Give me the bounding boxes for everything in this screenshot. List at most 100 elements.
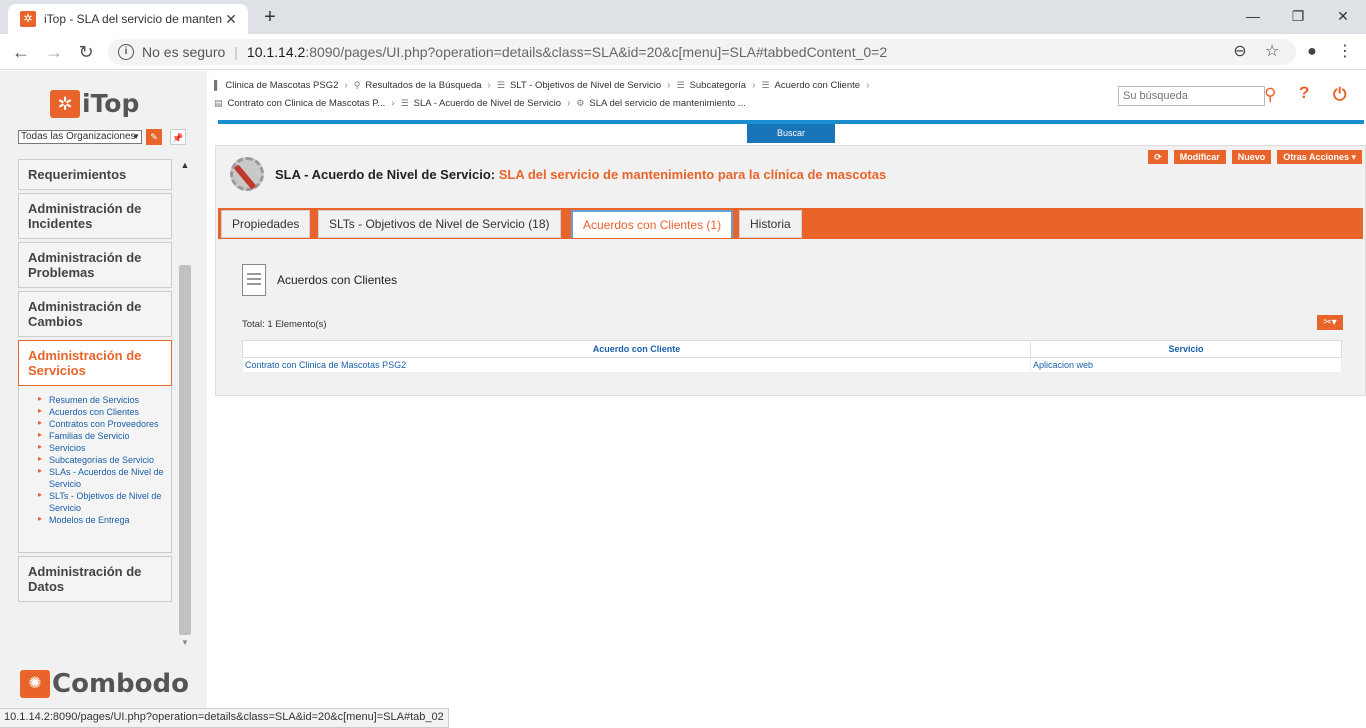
- bookmark-star-icon[interactable]: ☆: [1260, 40, 1284, 64]
- breadcrumb-row: ▌ Clinica de Mascotas PSG2 › ⚲ Resultados …: [214, 76, 894, 94]
- reload-icon[interactable]: ↻: [74, 40, 98, 64]
- list-config-button[interactable]: ✂▾: [1317, 315, 1343, 330]
- buscar-button[interactable]: Buscar: [747, 124, 835, 143]
- organization-select-value: Todas las Organizaciones: [21, 131, 136, 142]
- menu-group-problemas[interactable]: Administración de Problemas: [18, 242, 172, 288]
- modify-button[interactable]: Modificar: [1173, 150, 1226, 164]
- search-icon[interactable]: ⚲: [1264, 85, 1276, 105]
- column-header[interactable]: Acuerdo con Cliente: [242, 340, 1031, 358]
- browser-tab[interactable]: ✲ iTop - SLA del servicio de mantenimien…: [8, 4, 248, 34]
- power-icon[interactable]: ⏻: [1333, 85, 1346, 105]
- close-window-button[interactable]: ✕: [1320, 2, 1366, 30]
- scroll-up-icon[interactable]: ▲: [178, 160, 192, 170]
- breadcrumb-item[interactable]: ☰ Acuerdo con Cliente: [761, 80, 860, 91]
- servicios-submenu: Resumen de Servicios Acuerdos con Client…: [18, 386, 172, 553]
- contract-doc-icon: [242, 264, 266, 296]
- global-search: [1118, 86, 1265, 106]
- tab-acuerdos-clientes[interactable]: Acuerdos con Clientes (1): [571, 210, 734, 238]
- new-button[interactable]: Nuevo: [1231, 150, 1272, 164]
- help-icon[interactable]: ?: [1299, 83, 1309, 103]
- zoom-icon[interactable]: ⊖: [1228, 40, 1252, 64]
- account-icon[interactable]: ●: [1300, 40, 1324, 64]
- table-cell-link[interactable]: Aplicacion web: [1030, 357, 1342, 373]
- breadcrumb-label: Subcategoría: [689, 79, 747, 91]
- table-row: Contrato con Clinica de Mascotas PSG2 Ap…: [242, 357, 1342, 373]
- tab-slts[interactable]: SLTs - Objetivos de Nivel de Servicio (1…: [318, 210, 561, 238]
- menu-scrollbar[interactable]: ▲ ▼: [178, 160, 192, 649]
- search-input[interactable]: [1118, 86, 1265, 106]
- breadcrumb-item[interactable]: ⚲ Resultados de la Búsqueda: [354, 80, 482, 91]
- breadcrumb-label: SLA del servicio de mantenimiento ...: [589, 97, 746, 109]
- new-tab-button[interactable]: +: [258, 6, 282, 30]
- breadcrumb-item[interactable]: ⚙ SLA del servicio de mantenimiento ...: [576, 98, 745, 109]
- object-tabs: Propiedades SLTs - Objetivos de Nivel de…: [218, 208, 1363, 239]
- main-menu: Requerimientos Administración de Inciden…: [18, 159, 172, 605]
- submenu-item-subcategorias[interactable]: Subcategorías de Servicio: [38, 453, 171, 466]
- menu-group-requerimientos[interactable]: Requerimientos: [18, 159, 172, 190]
- breadcrumb-label: SLT - Objetivos de Nivel de Servicio: [509, 79, 662, 91]
- close-tab-icon[interactable]: ✕: [222, 11, 240, 28]
- submenu-item-modelos-entrega[interactable]: Modelos de Entrega: [38, 513, 171, 526]
- other-actions-button[interactable]: Otras Acciones ▾: [1277, 150, 1362, 164]
- select-arrow-icon: ▼: [132, 132, 140, 141]
- doc-icon: ▤: [214, 97, 223, 108]
- tab-title: iTop - SLA del servicio de mantenimiento…: [44, 12, 222, 26]
- minimize-button[interactable]: —: [1230, 2, 1276, 30]
- chevron-right-icon: ›: [344, 79, 348, 91]
- breadcrumb-item[interactable]: ▤ Contrato con Clinica de Mascotas P...: [214, 98, 385, 109]
- refresh-button[interactable]: ⟳: [1148, 150, 1168, 164]
- submenu-item-servicios[interactable]: Servicios: [38, 441, 171, 454]
- back-icon[interactable]: ←: [9, 40, 33, 64]
- table-header-row: Acuerdo con Cliente Servicio: [242, 340, 1342, 358]
- combodo-logo[interactable]: ✺ Combodo: [20, 669, 189, 699]
- gear-icon: ⚙: [576, 97, 585, 108]
- object-details: ⟳ Modificar Nuevo Otras Acciones ▾ SLA -…: [215, 145, 1366, 396]
- submenu-item-slas[interactable]: SLAs - Acuerdos de Nivel de Servicio: [38, 465, 171, 490]
- itop-app: ✲ iTop Todas las Organizaciones ▼ ✎ 📌 Re…: [0, 71, 1366, 728]
- submenu-item-resumen-servicios[interactable]: Resumen de Servicios: [38, 393, 171, 406]
- submenu-item-slts[interactable]: SLTs - Objetivos de Nivel de Servicio: [38, 489, 171, 514]
- submenu-item-contratos-proveedores[interactable]: Contratos con Proveedores: [38, 417, 171, 430]
- panel-title: Acuerdos con Clientes: [277, 273, 398, 287]
- menu-kebab-icon[interactable]: ⋮: [1333, 40, 1357, 64]
- breadcrumb-label: SLA - Acuerdo de Nivel de Servicio: [413, 97, 561, 109]
- submenu-item-acuerdos-clientes[interactable]: Acuerdos con Clientes: [38, 405, 171, 418]
- combodo-logo-icon: ✺: [20, 670, 50, 698]
- scroll-thumb[interactable]: [179, 265, 191, 635]
- info-icon[interactable]: i: [118, 44, 134, 60]
- scroll-down-icon[interactable]: ▼: [178, 638, 192, 647]
- security-label: No es seguro: [142, 44, 226, 60]
- menu-group-incidentes[interactable]: Administración de Incidentes: [18, 193, 172, 239]
- tab-propiedades[interactable]: Propiedades: [221, 210, 311, 238]
- breadcrumb-item[interactable]: ▌ Clinica de Mascotas PSG2: [214, 80, 338, 91]
- organization-config-icon[interactable]: ✎: [146, 129, 162, 145]
- menu-group-cambios[interactable]: Administración de Cambios: [18, 291, 172, 337]
- column-header[interactable]: Servicio: [1030, 340, 1342, 358]
- breadcrumb-item[interactable]: ☰ Subcategoría: [676, 80, 746, 91]
- status-bar-url: 10.1.14.2:8090/pages/UI.php?operation=de…: [0, 708, 449, 728]
- breadcrumb-row: ▤ Contrato con Clinica de Mascotas P... ›…: [214, 94, 894, 112]
- menu-group-datos[interactable]: Administración de Datos: [18, 556, 172, 602]
- url-divider: |: [234, 44, 238, 60]
- chevron-right-icon: ›: [752, 79, 756, 91]
- itop-logo[interactable]: ✲ iTop: [50, 89, 139, 118]
- breadcrumb-item[interactable]: ☰ SLA - Acuerdo de Nivel de Servicio: [401, 98, 561, 109]
- forward-icon[interactable]: →: [42, 40, 66, 64]
- chevron-right-icon: ›: [391, 97, 395, 109]
- tab-historia[interactable]: Historia: [739, 210, 802, 238]
- table-cell-link[interactable]: Contrato con Clinica de Mascotas PSG2: [242, 357, 1031, 373]
- address-bar[interactable]: i No es seguro | 10.1.14.2 :8090/pages/U…: [108, 39, 1296, 65]
- organization-select[interactable]: Todas las Organizaciones ▼: [18, 130, 142, 144]
- submenu-item-familias-servicio[interactable]: Familias de Servicio: [38, 429, 171, 442]
- browser-tabstrip: ✲ iTop - SLA del servicio de mantenimien…: [0, 0, 1366, 34]
- browser-toolbar: ← → ↻ i No es seguro | 10.1.14.2 :8090/p…: [0, 34, 1366, 70]
- restore-button[interactable]: ❐: [1275, 2, 1321, 30]
- breadcrumb-item[interactable]: ☰ SLT - Objetivos de Nivel de Servicio: [497, 80, 661, 91]
- menu-group-servicios[interactable]: Administración de Servicios: [18, 340, 172, 386]
- pin-icon[interactable]: 📌: [170, 129, 186, 145]
- breadcrumb-label: Contrato con Clinica de Mascotas P...: [227, 97, 386, 109]
- url-path: :8090/pages/UI.php?operation=details&cla…: [305, 44, 888, 60]
- url-host: 10.1.14.2: [246, 44, 306, 60]
- chevron-right-icon: ›: [487, 79, 491, 91]
- itop-logo-icon: ✲: [50, 89, 80, 118]
